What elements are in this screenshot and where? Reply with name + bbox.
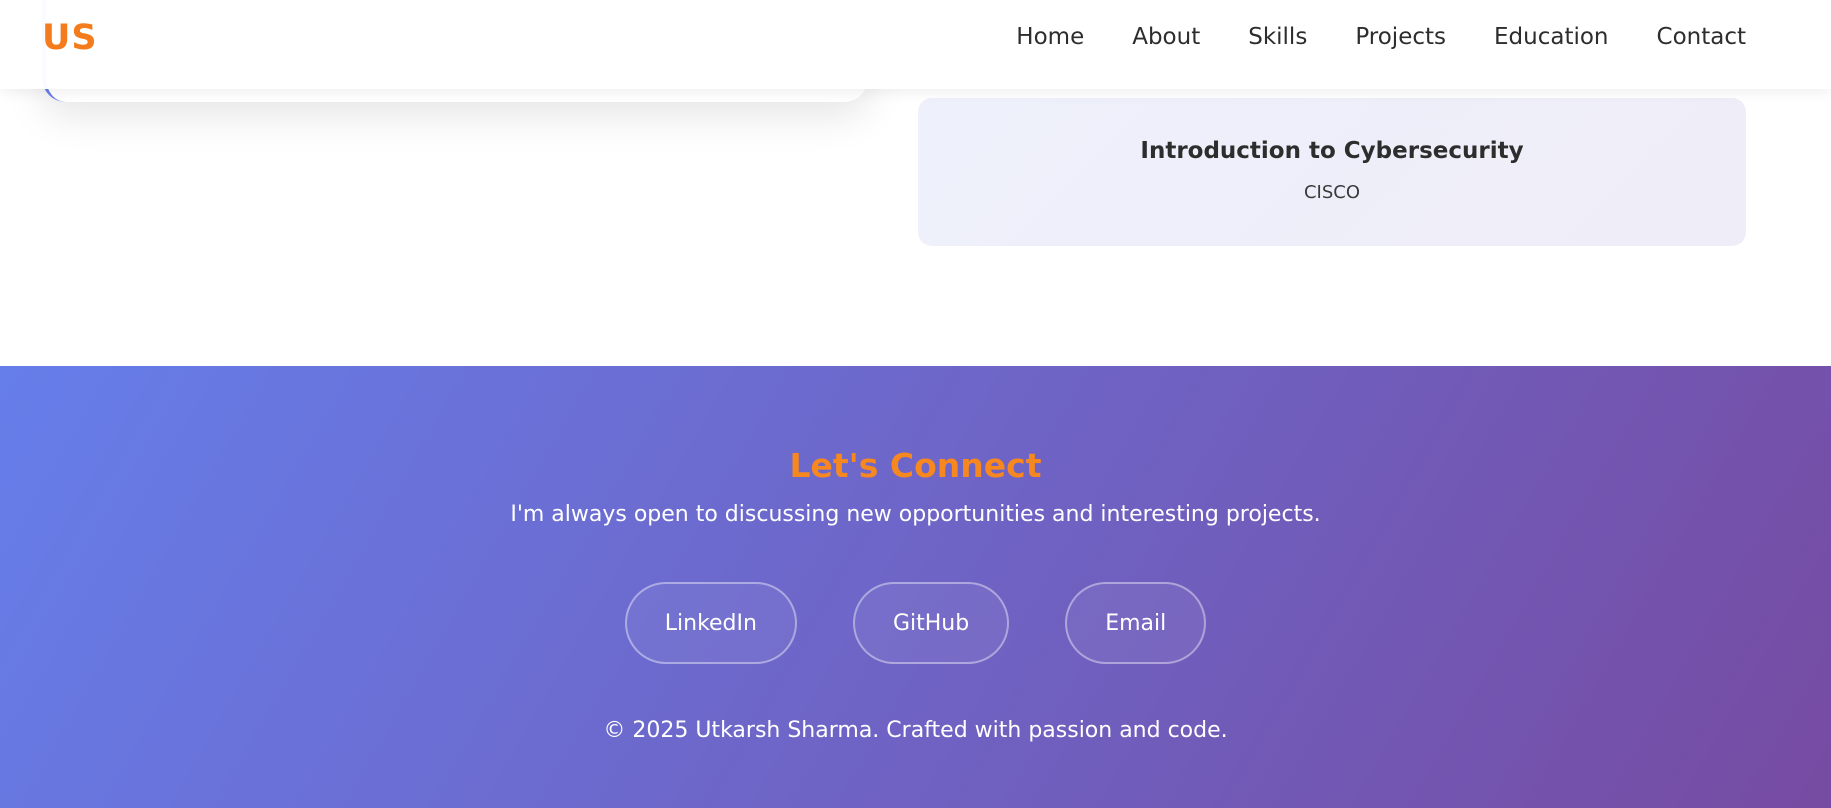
footer: Let's Connect I'm always open to discuss… — [0, 366, 1831, 808]
footer-subtitle: I'm always open to discussing new opport… — [510, 502, 1321, 527]
social-links: LinkedIn GitHub Email — [0, 582, 1831, 664]
certification-title: Introduction to Cybersecurity — [1140, 138, 1524, 164]
nav-links: Home About Skills Projects Education Con… — [968, 24, 1746, 50]
nav-link-projects[interactable]: Projects — [1355, 24, 1446, 50]
footer-title: Let's Connect — [789, 446, 1042, 485]
certification-issuer: CISCO — [1303, 182, 1361, 203]
nav-link-home[interactable]: Home — [1016, 24, 1084, 50]
nav-link-about[interactable]: About — [1132, 24, 1200, 50]
nav-link-contact[interactable]: Contact — [1657, 24, 1746, 50]
nav-link-education[interactable]: Education — [1494, 24, 1609, 50]
logo[interactable]: US — [42, 18, 98, 58]
nav-link-skills[interactable]: Skills — [1248, 24, 1307, 50]
navbar: US Home About Skills Projects Education … — [0, 0, 1831, 89]
copyright-text: © 2025 Utkarsh Sharma. Crafted with pass… — [603, 718, 1228, 743]
linkedin-button[interactable]: LinkedIn — [624, 582, 797, 664]
github-button[interactable]: GitHub — [852, 582, 1010, 664]
certification-card: Introduction to Cybersecurity CISCO — [918, 98, 1746, 246]
page: Introduction to Cybersecurity CISCO US H… — [0, 0, 1831, 808]
email-button[interactable]: Email — [1065, 582, 1207, 664]
